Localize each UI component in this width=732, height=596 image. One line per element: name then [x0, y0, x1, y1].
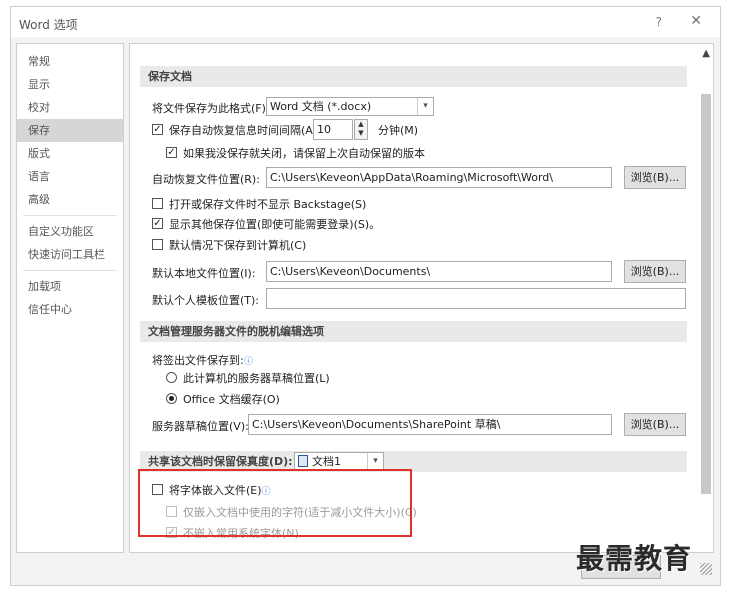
save-format-value: Word 文档 (*.docx) — [270, 100, 372, 113]
nav-item-addins[interactable]: 加载项 — [17, 275, 123, 298]
keep-last-version-label: 如果我没保存就关闭，请保留上次自动保留的版本 — [183, 147, 425, 160]
nav-divider — [23, 270, 117, 271]
autorecover-location-label: 自动恢复文件位置(R): — [152, 173, 260, 186]
template-location-label: 默认个人模板位置(T): — [152, 294, 260, 307]
drafts-location-label: 服务器草稿位置(V): — [152, 420, 249, 433]
minutes-label: 分钟(M) — [378, 124, 419, 137]
dialog-title: Word 选项 — [19, 18, 78, 32]
save-to-computer-label: 默认情况下保存到计算机(C) — [169, 239, 307, 252]
chevron-down-icon: ▾ — [367, 453, 383, 470]
default-local-location-label: 默认本地文件位置(I): — [152, 267, 256, 280]
watermark-logo: 最需教育 — [576, 542, 693, 575]
show-additional-locations-label: 显示其他保存位置(即使可能需要登录)(S)。 — [169, 218, 381, 231]
nav-item-trust-center[interactable]: 信任中心 — [17, 298, 123, 321]
nav-item-save[interactable]: 保存 — [17, 119, 123, 142]
no-backstage-checkbox[interactable] — [152, 198, 163, 209]
nav-item-quick-access[interactable]: 快速访问工具栏 — [17, 243, 123, 266]
default-local-location-input[interactable]: C:\Users\Keveon\Documents\ — [266, 261, 612, 282]
title-bar: Word 选项 ? ✕ — [11, 7, 720, 37]
save-format-select[interactable]: Word 文档 (*.docx) ▾ — [266, 97, 434, 116]
show-additional-locations-checkbox[interactable]: ✓ — [152, 218, 163, 229]
office-cache-label: Office 文档缓存(O) — [183, 393, 280, 406]
browse-autorecover-button[interactable]: 浏览(B)... — [624, 166, 686, 189]
nav-item-proofing[interactable]: 校对 — [17, 96, 123, 119]
highlight-box — [138, 469, 412, 537]
server-drafts-radio[interactable] — [166, 372, 177, 383]
autorecover-minutes-input[interactable]: 10 — [313, 119, 353, 140]
keep-last-version-checkbox[interactable]: ✓ — [166, 147, 177, 158]
scroll-up-icon[interactable]: ▲ — [702, 48, 710, 59]
options-nav: 常规 显示 校对 保存 版式 语言 高级 自定义功能区 快速访问工具栏 加载项 … — [16, 43, 124, 553]
nav-item-general[interactable]: 常规 — [17, 50, 123, 73]
fidelity-document-value: 文档1 — [312, 455, 341, 468]
scrollbar-thumb[interactable] — [701, 94, 711, 494]
browse-drafts-button[interactable]: 浏览(B)... — [624, 413, 686, 436]
autorecover-checkbox[interactable]: ✓ — [152, 124, 163, 135]
drafts-location-input[interactable]: C:\Users\Keveon\Documents\SharePoint 草稿\ — [248, 414, 612, 435]
minutes-spinner[interactable]: ▲ ▼ — [354, 119, 368, 140]
browse-local-button[interactable]: 浏览(B)... — [624, 260, 686, 283]
section-offline-editing: 文档管理服务器文件的脱机编辑选项 — [140, 321, 687, 342]
server-drafts-label: 此计算机的服务器草稿位置(L) — [183, 372, 330, 385]
autorecover-label: 保存自动恢复信息时间间隔(A) — [169, 124, 318, 137]
format-label: 将文件保存为此格式(F): — [152, 102, 270, 115]
word-document-icon — [298, 455, 308, 467]
no-backstage-label: 打开或保存文件时不显示 Backstage(S) — [169, 198, 367, 211]
save-to-computer-checkbox[interactable] — [152, 239, 163, 250]
help-button[interactable]: ? — [656, 15, 662, 29]
nav-item-display[interactable]: 显示 — [17, 73, 123, 96]
checkout-label: 将签出文件保存到:ⓘ — [152, 352, 253, 368]
nav-item-layout[interactable]: 版式 — [17, 142, 123, 165]
chevron-down-icon: ▾ — [417, 98, 433, 115]
nav-item-advanced[interactable]: 高级 — [17, 188, 123, 211]
info-icon: ⓘ — [243, 357, 253, 367]
section-save-documents: 保存文档 — [140, 66, 687, 87]
nav-divider — [23, 215, 117, 216]
nav-item-language[interactable]: 语言 — [17, 165, 123, 188]
template-location-input[interactable] — [266, 288, 686, 309]
office-cache-radio[interactable] — [166, 393, 177, 404]
checkout-label-text: 将签出文件保存到: — [152, 354, 244, 367]
nav-item-customize-ribbon[interactable]: 自定义功能区 — [17, 220, 123, 243]
autorecover-location-input[interactable]: C:\Users\Keveon\AppData\Roaming\Microsof… — [266, 167, 612, 188]
close-button[interactable]: ✕ — [690, 13, 702, 29]
